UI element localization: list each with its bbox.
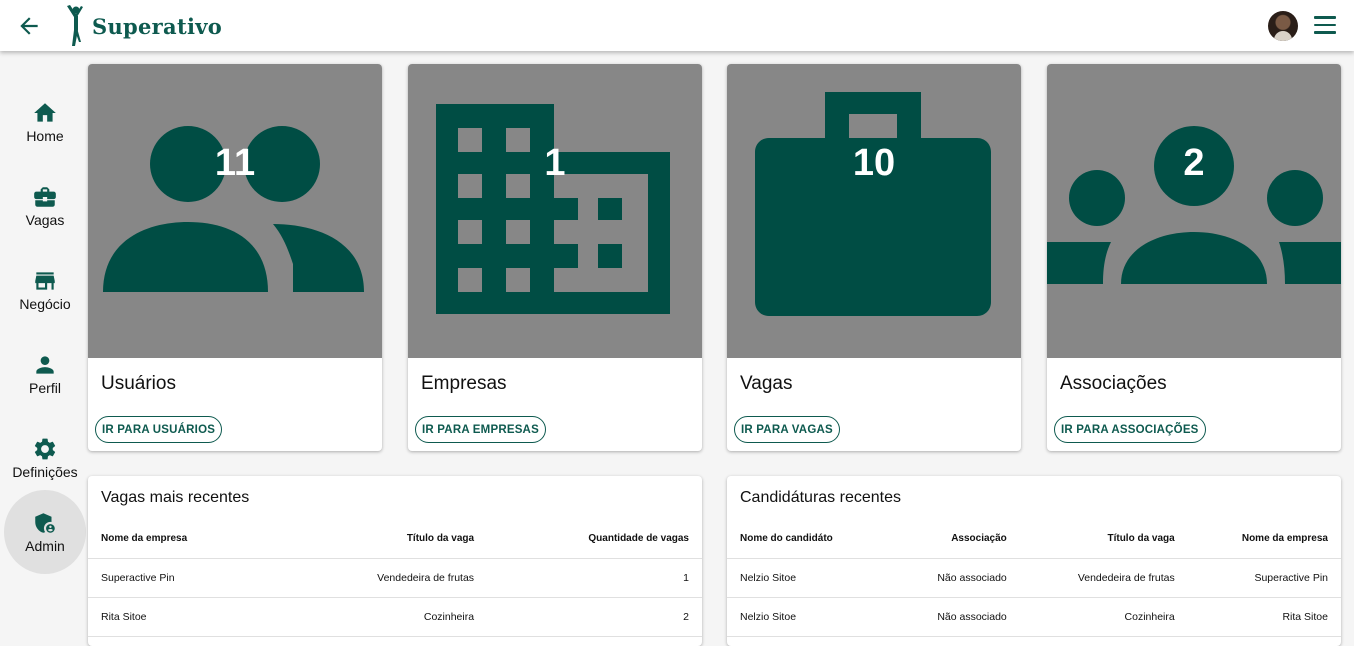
building-icon — [436, 104, 670, 314]
briefcase-icon — [755, 92, 991, 316]
user-avatar[interactable] — [1268, 11, 1298, 41]
table-cell: Nelzio Sitoe — [727, 558, 890, 598]
column-header[interactable]: Título da vaga — [1019, 520, 1188, 559]
recent-jobs-table: Nome da empresa Título da vaga Quantidad… — [88, 520, 702, 637]
gear-icon — [34, 438, 56, 460]
table-cell: Não associado — [889, 597, 1020, 637]
card-count: 11 — [214, 142, 256, 184]
stat-card-vagas: 10 Vagas IR PARA VAGAS — [727, 64, 1021, 451]
sidebar-item-negocio[interactable]: Negócio — [4, 248, 86, 332]
groups-icon — [1047, 126, 1341, 284]
sidebar-item-label: Vagas — [25, 212, 65, 228]
table-cell: Superactive Pin — [1187, 558, 1341, 598]
column-header[interactable]: Nome da empresa — [88, 520, 279, 559]
table-cell: 1 — [487, 558, 702, 598]
sidebar-item-label: Definições — [12, 464, 78, 480]
table-row[interactable]: Superactive Pin Vendedeira de frutas 1 — [88, 558, 702, 598]
table-header-row: Nome do candidáto Associação Título da v… — [727, 520, 1341, 559]
admin-shield-icon — [35, 513, 55, 533]
sidebar-item-vagas[interactable]: Vagas — [4, 164, 86, 248]
stat-card-associacoes: 2 Associações IR PARA ASSOCIAÇÕES — [1047, 64, 1341, 451]
top-app-bar: Superativo — [0, 0, 1354, 51]
column-header[interactable]: Nome da empresa — [1187, 520, 1341, 559]
card-count: 1 — [544, 142, 566, 184]
table-cell: Vendedeira de frutas — [278, 558, 488, 598]
sidebar-item-label: Perfil — [29, 380, 61, 396]
sidebar-item-label: Admin — [25, 538, 65, 554]
sidebar-item-label: Negócio — [19, 296, 71, 312]
table-cell: Vendedeira de frutas — [1019, 558, 1188, 598]
panel-title: Vagas mais recentes — [101, 489, 250, 506]
briefcase-icon — [34, 187, 56, 207]
table-cell: Rita Sitoe — [88, 597, 279, 637]
recent-applications-panel: Candidáturas recentes Nome do candidáto … — [727, 476, 1341, 646]
recent-jobs-panel: Vagas mais recentes Nome da empresa Títu… — [88, 476, 702, 646]
stat-card-usuarios: 11 Usuários IR PARA USUÁRIOS — [88, 64, 382, 451]
panel-title: Candidáturas recentes — [740, 489, 901, 506]
card-count: 10 — [852, 142, 896, 184]
table-cell: Cozinheira — [1019, 597, 1188, 637]
users-icon — [103, 126, 364, 292]
store-icon — [35, 272, 55, 290]
app-title: Superativo — [92, 13, 223, 39]
sidebar-item-definicoes[interactable]: Definições — [4, 416, 86, 500]
card-count: 2 — [1183, 142, 1205, 184]
card-media: 1 — [408, 64, 702, 358]
person-icon — [36, 356, 54, 374]
go-to-companies-button[interactable]: IR PARA EMPRESAS — [415, 416, 546, 443]
sidebar-item-home[interactable]: Home — [4, 80, 86, 164]
stat-card-empresas: 1 Empresas IR PARA EMPRESAS — [408, 64, 702, 451]
column-header[interactable]: Associação — [889, 520, 1020, 559]
table-cell: Cozinheira — [278, 597, 488, 637]
home-icon — [34, 103, 56, 122]
sidebar-item-admin[interactable]: Admin — [4, 490, 86, 574]
table-cell: Superactive Pin — [88, 558, 279, 598]
table-row[interactable]: Nelzio Sitoe Não associado Vendedeira de… — [727, 558, 1341, 598]
go-to-users-button[interactable]: IR PARA USUÁRIOS — [95, 416, 223, 443]
card-title: Associações — [1060, 373, 1167, 394]
sidebar-item-perfil[interactable]: Perfil — [4, 332, 86, 416]
card-media: 2 — [1047, 64, 1341, 358]
table-cell: Nelzio Sitoe — [727, 597, 890, 637]
card-media: 10 — [727, 64, 1021, 358]
column-header[interactable]: Quantidade de vagas — [487, 520, 702, 559]
table-cell: Rita Sitoe — [1187, 597, 1341, 637]
card-title: Vagas — [740, 373, 793, 394]
column-header[interactable]: Nome do candidáto — [727, 520, 890, 559]
card-title: Usuários — [101, 373, 176, 394]
sidebar-nav: Home Vagas Negócio Perfil Definições Adm… — [0, 51, 88, 639]
go-to-associations-button[interactable]: IR PARA ASSOCIAÇÕES — [1054, 416, 1206, 443]
logo-figure-icon — [67, 5, 83, 46]
table-cell: 2 — [487, 597, 702, 637]
column-header[interactable]: Título da vaga — [278, 520, 488, 559]
back-arrow-icon[interactable] — [16, 13, 42, 39]
hamburger-menu-icon[interactable] — [1314, 16, 1336, 34]
go-to-jobs-button[interactable]: IR PARA VAGAS — [734, 416, 840, 443]
app-logo[interactable]: Superativo — [64, 4, 222, 48]
card-media: 11 — [88, 64, 382, 358]
table-cell: Não associado — [889, 558, 1020, 598]
sidebar-item-label: Home — [26, 128, 64, 144]
table-row[interactable]: Nelzio Sitoe Não associado Cozinheira Ri… — [727, 597, 1341, 637]
table-row[interactable]: Rita Sitoe Cozinheira 2 — [88, 597, 702, 637]
card-title: Empresas — [421, 373, 507, 394]
table-header-row: Nome da empresa Título da vaga Quantidad… — [88, 520, 702, 559]
recent-applications-table: Nome do candidáto Associação Título da v… — [727, 520, 1341, 637]
